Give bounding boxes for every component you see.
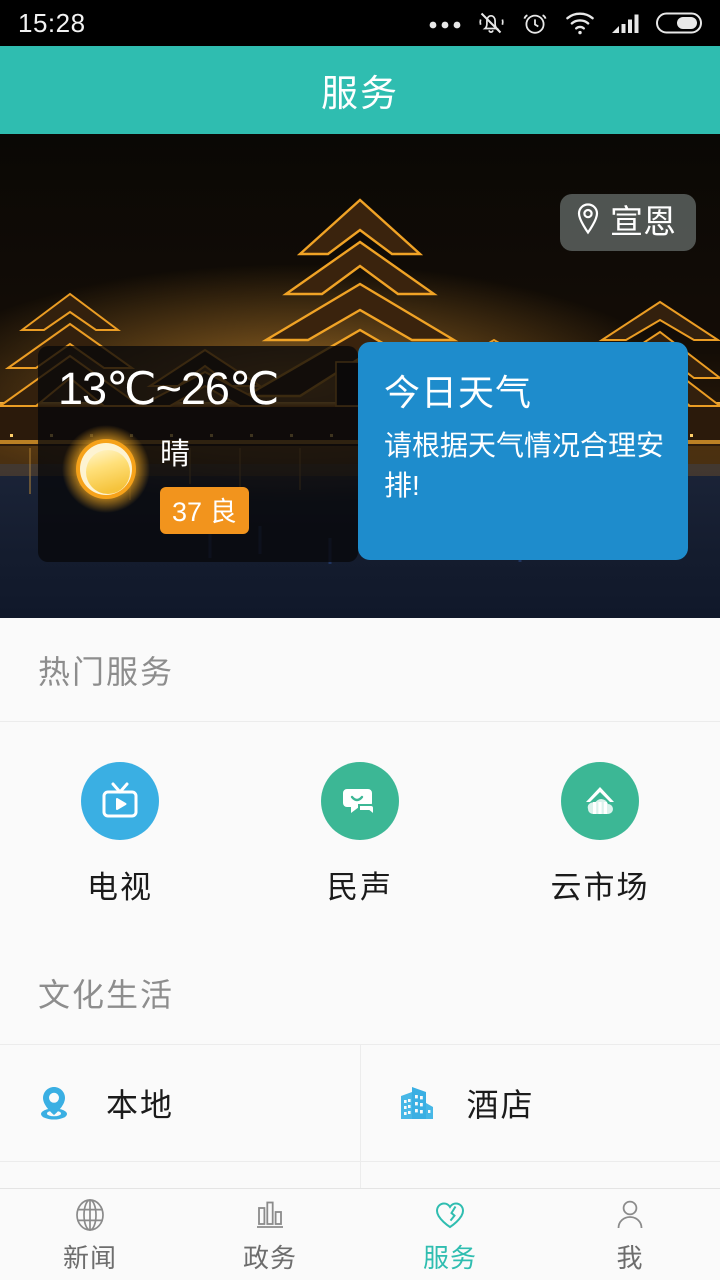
today-weather-title: 今日天气	[384, 372, 533, 413]
battery-icon	[656, 11, 702, 35]
wifi-icon	[564, 10, 596, 36]
globe-icon	[71, 1194, 109, 1234]
tab-label: 服务	[422, 1243, 477, 1273]
buildings-icon	[389, 1077, 441, 1129]
more-dots-icon	[428, 17, 462, 29]
aqi-badge: 37 良	[160, 487, 249, 534]
aqi-level: 良	[209, 497, 237, 527]
status-time: 15:28	[18, 7, 86, 38]
hot-service-cloud-market[interactable]: 云市场	[480, 762, 720, 907]
person-icon	[611, 1194, 649, 1234]
weather-condition: 晴	[160, 438, 190, 471]
hot-service-voice[interactable]: 民声	[240, 762, 480, 907]
location-pill[interactable]: 宣恩	[560, 194, 696, 251]
tab-government[interactable]: 政务	[180, 1189, 360, 1280]
status-icons	[428, 8, 702, 38]
culture-life-item-local[interactable]: 本地	[0, 1045, 360, 1161]
chat-bubbles-icon	[321, 762, 399, 840]
tab-label: 我	[616, 1243, 644, 1273]
hot-service-label: 电视	[87, 870, 153, 905]
location-name: 宣恩	[610, 203, 676, 240]
hot-service-label: 云市场	[550, 870, 650, 905]
sun-icon	[58, 421, 154, 517]
hot-services-title: 热门服务	[38, 653, 175, 690]
status-bar: 15:28	[0, 0, 720, 46]
hot-services-grid: 电视 民声 云市场	[0, 722, 720, 941]
tab-label: 新闻	[62, 1243, 117, 1273]
culture-life-label: 本地	[106, 1087, 175, 1123]
location-pin-icon	[574, 202, 602, 241]
tab-news[interactable]: 新闻	[0, 1189, 180, 1280]
hot-service-label: 民声	[327, 870, 393, 905]
culture-life-row: 本地 酒店	[0, 1045, 720, 1162]
page-title: 服务	[321, 73, 399, 114]
tab-services[interactable]: 服务	[360, 1189, 540, 1280]
cloud-market-icon	[561, 762, 639, 840]
tv-icon	[81, 762, 159, 840]
today-weather-card[interactable]: 今日天气 请根据天气情况合理安排!	[358, 342, 688, 560]
alarm-clock-icon	[520, 8, 550, 38]
bottom-tab-bar: 新闻 政务 服务 我	[0, 1188, 720, 1280]
tab-label: 政务	[242, 1243, 297, 1273]
location-pin-icon	[28, 1077, 80, 1129]
today-weather-description: 请根据天气情况合理安排!	[384, 430, 665, 501]
hot-service-tv[interactable]: 电视	[0, 762, 240, 907]
hot-services-header: 热门服务	[0, 618, 720, 722]
aqi-value: 37	[172, 497, 203, 527]
culture-life-item-hotel[interactable]: 酒店	[359, 1045, 720, 1161]
signal-bars-icon	[610, 10, 642, 36]
culture-life-label: 酒店	[466, 1087, 535, 1123]
bell-muted-icon	[476, 8, 506, 38]
heart-icon	[431, 1194, 469, 1234]
app-header: 服务	[0, 46, 720, 134]
tab-profile[interactable]: 我	[540, 1189, 720, 1280]
culture-life-title: 文化生活	[38, 976, 175, 1013]
temperature-range: 13℃~26℃	[58, 363, 279, 414]
bar-chart-icon	[251, 1194, 289, 1234]
hero-banner[interactable]: 宣恩 13℃~26℃ 晴 37 良 今日天气 请根据天气情况合理安排!	[0, 134, 720, 618]
weather-card[interactable]: 13℃~26℃ 晴 37 良	[38, 346, 358, 562]
culture-life-header: 文化生活	[0, 941, 720, 1045]
